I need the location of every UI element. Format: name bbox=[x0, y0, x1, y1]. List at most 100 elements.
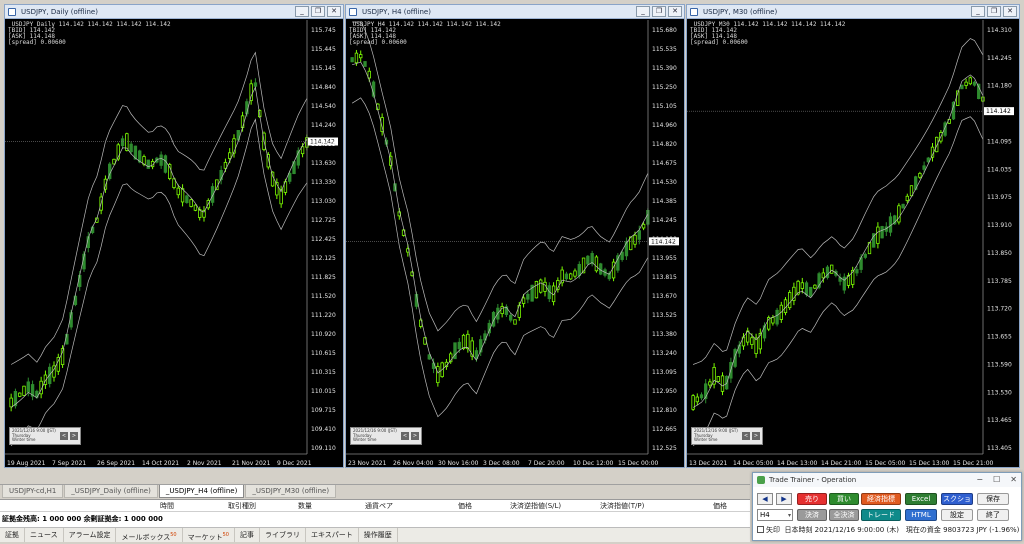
y-tick-label: 113.095 bbox=[652, 369, 677, 376]
candle-body bbox=[972, 81, 977, 86]
candlestick-chart-daily[interactable]: 114.142115.745115.445115.145114.840114.5… bbox=[5, 20, 343, 468]
terminal-tab[interactable]: ライブラリ bbox=[260, 528, 306, 542]
minimize-button[interactable]: _ bbox=[971, 6, 985, 17]
tt-minimize-button[interactable]: − bbox=[976, 473, 983, 487]
step-back-button[interactable]: ◀ bbox=[757, 493, 773, 505]
inset-next-button[interactable]: > bbox=[411, 432, 419, 440]
candle-body bbox=[901, 203, 905, 209]
terminal-tab[interactable]: 操作履歴 bbox=[359, 528, 398, 542]
candle-body bbox=[637, 230, 641, 240]
close-button[interactable]: ✕ bbox=[1003, 6, 1017, 17]
tab-usdjpy-cd-h1[interactable]: USDJPY-cd,H1 bbox=[2, 485, 64, 498]
inset-prev-button[interactable]: < bbox=[60, 432, 68, 440]
col-sl[interactable]: 決済逆指値(S/L) bbox=[510, 500, 561, 512]
html-button[interactable]: HTML bbox=[905, 509, 937, 521]
col-volume[interactable]: 数量 bbox=[298, 500, 312, 512]
tab-usdjpy-h4[interactable]: _USDJPY_H4 (offline) bbox=[158, 485, 245, 498]
order-table-header: 時間 取引種別 数量 通貨ペア 価格 決済逆指値(S/L) 決済指値(T/P) … bbox=[0, 500, 750, 512]
settle-button[interactable]: 決済 bbox=[797, 509, 827, 521]
chart-plot-area[interactable]: 114.142 114.310 114.245 114.180 114.095 114.0… bbox=[687, 20, 1019, 467]
y-tick-label: 109.410 bbox=[311, 426, 336, 433]
sell-button[interactable]: 売り bbox=[797, 493, 827, 505]
chart-window-daily[interactable]: USDJPY, Daily (offline) _ ❐ ✕ 114.142 115… bbox=[4, 4, 344, 468]
y-tick-label: 115.105 bbox=[652, 103, 677, 110]
col-type[interactable]: 取引種別 bbox=[228, 500, 256, 512]
tt-maximize-button[interactable]: ☐ bbox=[993, 473, 1000, 487]
candlestick-chart-m30[interactable]: 114.142 114.310 114.245 114.180 114.095 114.0… bbox=[687, 20, 1019, 468]
minimize-button[interactable]: _ bbox=[295, 6, 309, 17]
y-tick-label: 110.920 bbox=[311, 331, 336, 338]
y-tick-label: 113.670 bbox=[652, 293, 677, 300]
inset-next-button[interactable]: > bbox=[752, 432, 760, 440]
candle-body bbox=[720, 375, 725, 392]
trade-button[interactable]: トレード bbox=[861, 509, 901, 521]
settings-button[interactable]: 設定 bbox=[941, 509, 973, 521]
terminal-tab[interactable]: メールボックス50 bbox=[116, 528, 183, 542]
band-line bbox=[692, 116, 984, 447]
chart-marks bbox=[350, 21, 650, 418]
chart-marks bbox=[691, 38, 985, 447]
settle-all-button[interactable]: 全決済 bbox=[829, 509, 859, 521]
col-symbol[interactable]: 通貨ペア bbox=[365, 500, 393, 512]
terminal-tab[interactable]: 証拠 bbox=[0, 528, 25, 542]
candle-body bbox=[909, 185, 914, 197]
close-button[interactable]: ✕ bbox=[668, 6, 682, 17]
terminal-tab-badge: 50 bbox=[222, 532, 229, 538]
terminal-tab[interactable]: 記事 bbox=[235, 528, 260, 542]
trade-trainer-window[interactable]: Trade Trainer - Operation − ☐ ✕ ◀ ▶ 売り 買… bbox=[752, 472, 1022, 541]
excel-button[interactable]: Excel bbox=[905, 493, 937, 505]
chart-window-h4[interactable]: USDJPY, H4 (offline) _ ❐ ✕ 114.142 115.68… bbox=[345, 4, 685, 468]
y-tick-label: 110.015 bbox=[311, 388, 336, 395]
x-tick-label: 19 Aug 2021 bbox=[7, 460, 46, 467]
col-tp[interactable]: 決済指値(T/P) bbox=[600, 500, 644, 512]
y-tick-label: 114.035 bbox=[987, 166, 1012, 173]
chart-plot-area[interactable]: 114.142 115.745 115.445 115.145 114.840 114.5… bbox=[5, 20, 343, 467]
band-line bbox=[352, 61, 649, 374]
terminal-tab[interactable]: エキスパート bbox=[306, 528, 359, 542]
col-time[interactable]: 時間 bbox=[160, 500, 174, 512]
timeframe-select[interactable]: H4 ▾ bbox=[757, 509, 793, 521]
arrow-checkbox[interactable] bbox=[757, 526, 764, 533]
x-tick-label: 7 Dec 20:00 bbox=[528, 460, 565, 467]
tab-usdjpy-daily[interactable]: _USDJPY_Daily (offline) bbox=[64, 485, 158, 498]
candle-body bbox=[813, 284, 817, 289]
x-tick-label: 15 Dec 05:00 bbox=[865, 460, 906, 467]
step-forward-button[interactable]: ▶ bbox=[776, 493, 792, 505]
restore-button[interactable]: ❐ bbox=[311, 6, 325, 17]
candlestick-chart-h4[interactable]: 114.142115.680115.535115.390115.250115.1… bbox=[346, 20, 684, 468]
restore-button[interactable]: ❐ bbox=[987, 6, 1001, 17]
minimize-button[interactable]: _ bbox=[636, 6, 650, 17]
trainer-status-line: 矢印 日本時刻 2021/12/16 9:00:00 (木) 現在の資金 980… bbox=[757, 525, 1019, 535]
economic-indicators-button[interactable]: 経済指標 bbox=[861, 493, 901, 505]
buy-button[interactable]: 買い bbox=[829, 493, 859, 505]
screenshot-button[interactable]: スクショ bbox=[941, 493, 973, 505]
candle-body bbox=[922, 165, 926, 170]
col-price[interactable]: 価格 bbox=[458, 500, 472, 512]
y-tick-label: 112.125 bbox=[311, 255, 336, 262]
terminal-tab[interactable]: アラーム設定 bbox=[64, 528, 117, 542]
terminal-tab[interactable]: マーケット50 bbox=[183, 528, 235, 542]
chart-window-title: USDJPY, Daily (offline) _ ❐ ✕ bbox=[5, 5, 343, 19]
candle-body bbox=[18, 392, 22, 397]
x-tick-label: 23 Nov 2021 bbox=[348, 460, 387, 467]
inset-next-button[interactable]: > bbox=[70, 432, 78, 440]
candle-body bbox=[26, 381, 30, 393]
candle-body bbox=[855, 269, 859, 274]
inset-prev-button[interactable]: < bbox=[742, 432, 750, 440]
chart-plot-area[interactable]: 114.142 115.680 115.535 115.390 115.250 115.1… bbox=[346, 20, 684, 467]
inset-prev-button[interactable]: < bbox=[401, 432, 409, 440]
save-button[interactable]: 保存 bbox=[977, 493, 1009, 505]
tt-close-button[interactable]: ✕ bbox=[1010, 473, 1017, 487]
y-tick-label: 113.380 bbox=[652, 331, 677, 338]
candle-body bbox=[863, 253, 867, 258]
y-tick-label: 113.330 bbox=[311, 179, 336, 186]
balance-row: 証拠金残高: 1 000 000 余剰証拠金: 1 000 000 bbox=[2, 515, 163, 523]
close-button[interactable]: ✕ bbox=[327, 6, 341, 17]
candle-body bbox=[560, 269, 564, 284]
chart-window-m30[interactable]: USDJPY, M30 (offline) _ ❐ ✕ 114.142 114.3… bbox=[686, 4, 1020, 468]
terminal-tab[interactable]: ニュース bbox=[25, 528, 64, 542]
end-button[interactable]: 終了 bbox=[977, 509, 1009, 521]
restore-button[interactable]: ❐ bbox=[652, 6, 666, 17]
col-price2[interactable]: 価格 bbox=[713, 500, 727, 512]
tab-usdjpy-m30[interactable]: _USDJPY_M30 (offline) bbox=[245, 485, 337, 498]
